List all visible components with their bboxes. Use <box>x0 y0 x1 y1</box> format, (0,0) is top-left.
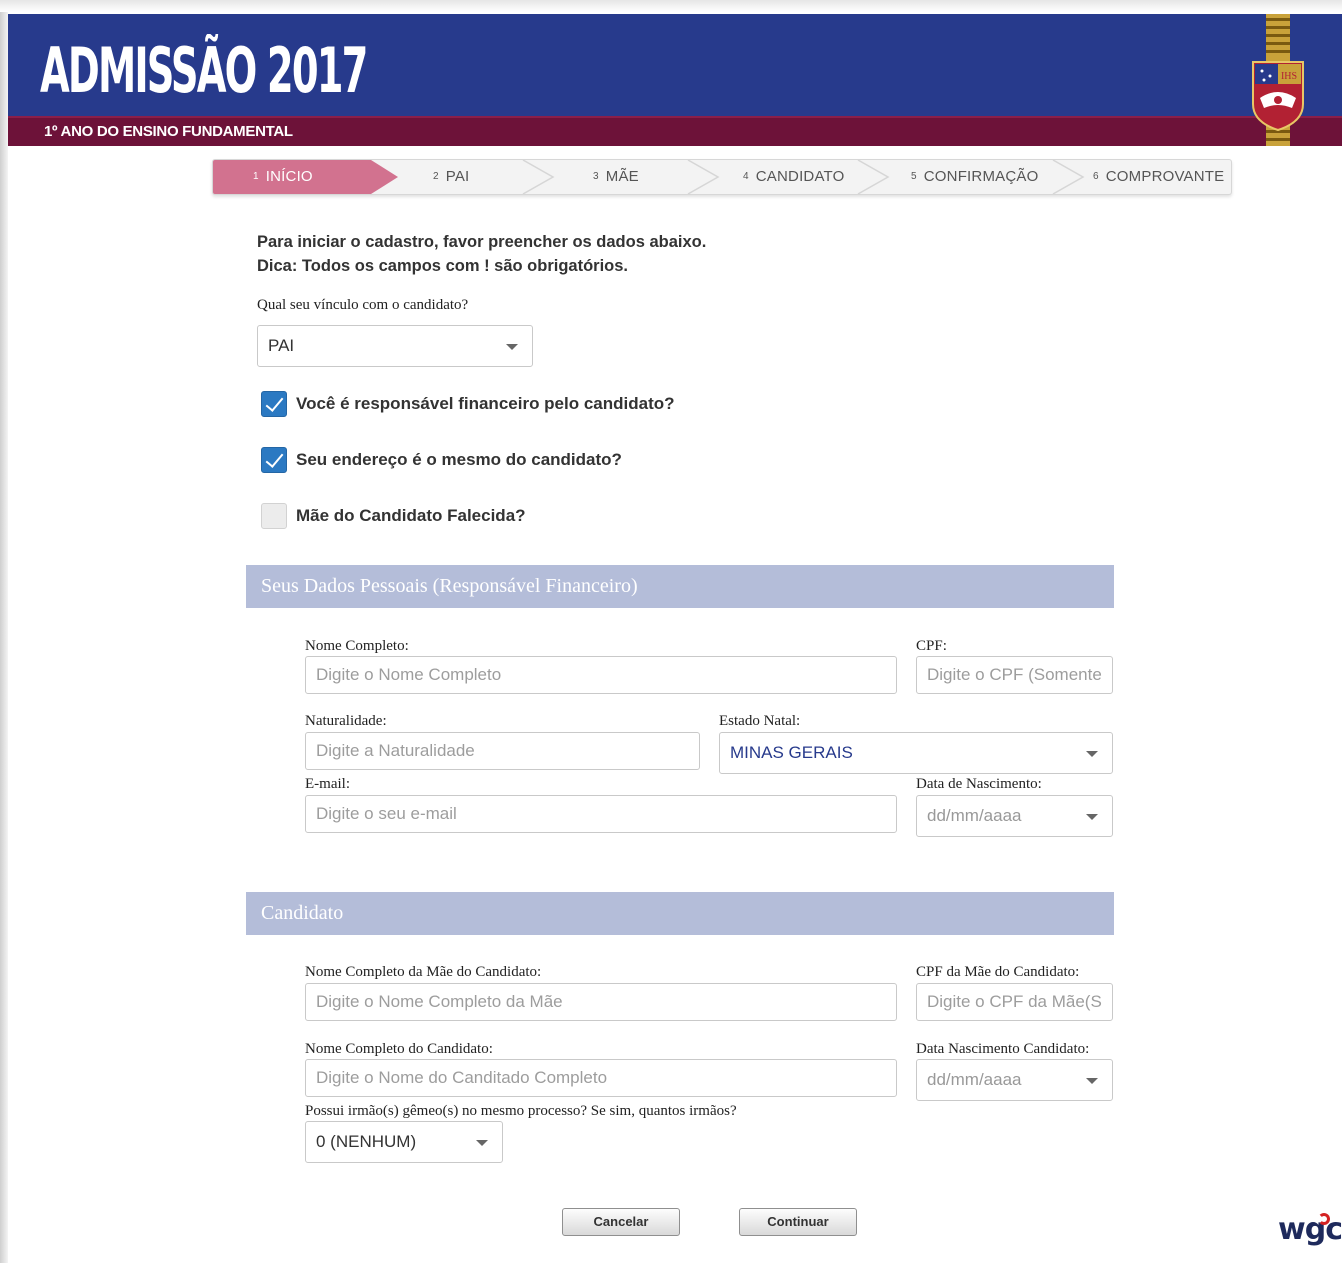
step-number: 4 <box>743 171 749 182</box>
full-name-label: Nome Completo: <box>305 638 409 654</box>
candidate-name-label: Nome Completo do Candidato: <box>305 1041 493 1057</box>
window-left-edge <box>0 0 8 1263</box>
home-state-value: MINAS GERAIS <box>730 743 853 762</box>
full-name-input[interactable] <box>305 656 897 694</box>
mother-name-input[interactable] <box>305 983 897 1021</box>
relationship-label: Qual seu vínculo com o candidato? <box>257 297 469 313</box>
mother-name-label: Nome Completo da Mãe do Candidato: <box>305 964 542 980</box>
email-input[interactable] <box>305 795 897 833</box>
candidate-birth-placeholder: dd/mm/aaaa <box>927 1070 1022 1089</box>
mother-cpf-input[interactable] <box>916 983 1113 1021</box>
page-header: ADMISSÃO 2017 1º ANO DO ENSINO FUNDAMENT… <box>8 14 1342 146</box>
crest-text: IHS <box>1281 71 1297 82</box>
step-confirmacao[interactable]: 5 CONFIRMAÇÃO <box>911 168 1038 185</box>
personal-data-section-header: Seus Dados Pessoais (Responsável Finance… <box>246 565 1114 608</box>
cancel-button[interactable]: Cancelar <box>562 1208 680 1236</box>
chevron-down-icon <box>476 1140 488 1146</box>
same-address-checkbox[interactable] <box>261 447 287 473</box>
birthplace-label: Naturalidade: <box>305 713 387 729</box>
candidate-birth-label: Data Nascimento Candidato: <box>916 1041 1090 1057</box>
step-number: 6 <box>1093 171 1099 182</box>
candidate-section-title: Candidato <box>261 902 344 924</box>
step-inicio[interactable]: 1 INÍCIO <box>253 168 313 185</box>
wgc-logo-mark-icon <box>1318 1213 1330 1225</box>
step-candidato[interactable]: 4 CANDIDATO <box>743 168 845 185</box>
wizard-steps-shapes <box>213 160 1085 194</box>
window-top-edge <box>0 0 1342 12</box>
twins-label: Possui irmão(s) gêmeo(s) no mesmo proces… <box>305 1103 737 1119</box>
step-label: MÃE <box>605 168 639 185</box>
home-state-select[interactable]: MINAS GERAIS <box>719 732 1113 774</box>
intro-line-2: Dica: Todos os campos com ! são obrigató… <box>257 257 629 275</box>
relationship-select[interactable]: PAI <box>257 325 533 367</box>
step-mae[interactable]: 3 MÃE <box>593 168 639 185</box>
mother-deceased-label: Mãe do Candidato Falecida? <box>296 506 526 525</box>
step-label: COMPROVANTE <box>1105 168 1225 185</box>
chevron-down-icon <box>1086 1078 1098 1084</box>
intro-text: Para iniciar o cadastro, favor preencher… <box>257 230 706 278</box>
step-label: PAI <box>445 168 470 185</box>
step-number: 2 <box>433 171 439 182</box>
candidate-birth-picker[interactable]: dd/mm/aaaa <box>916 1059 1113 1101</box>
wgc-logo: wgc <box>1278 1212 1342 1247</box>
candidate-name-input[interactable] <box>305 1059 897 1097</box>
candidate-section-header: Candidato <box>246 892 1114 935</box>
personal-data-section-title: Seus Dados Pessoais (Responsável Finance… <box>261 575 638 597</box>
wizard-steps: 1 INÍCIO 2 PAI 3 MÃE 4 CANDIDATO 5 CONFIRMAÇÃ… <box>212 159 1232 195</box>
step-pai[interactable]: 2 PAI <box>433 168 469 185</box>
mother-deceased-checkbox[interactable] <box>261 503 287 529</box>
relationship-value: PAI <box>268 336 295 355</box>
home-state-label: Estado Natal: <box>719 713 801 729</box>
mother-cpf-label: CPF da Mãe do Candidato: <box>916 964 1080 980</box>
twins-value: 0 (NENHUM) <box>316 1132 417 1151</box>
brand-title: ADMISSÃO 2017 <box>40 34 368 107</box>
step-label: INÍCIO <box>265 168 313 185</box>
step-comprovante[interactable]: 6 COMPROVANTE <box>1093 168 1224 185</box>
email-label: E-mail: <box>305 776 350 792</box>
financial-responsible-checkbox[interactable] <box>261 391 287 417</box>
twins-select[interactable]: 0 (NENHUM) <box>305 1121 503 1163</box>
chevron-down-icon <box>506 344 518 350</box>
school-crest-icon: IHS <box>1252 14 1304 146</box>
cpf-input[interactable] <box>916 656 1113 694</box>
step-label: CONFIRMAÇÃO <box>923 168 1039 185</box>
brand-subtitle: 1º ANO DO ENSINO FUNDAMENTAL <box>44 123 293 140</box>
step-number: 1 <box>253 171 259 182</box>
financial-responsible-label: Você é responsável financeiro pelo candi… <box>296 394 675 413</box>
birth-date-picker[interactable]: dd/mm/aaaa <box>916 795 1113 837</box>
cpf-label: CPF: <box>916 638 947 654</box>
chevron-down-icon <box>1086 814 1098 820</box>
step-label: CANDIDATO <box>755 168 845 185</box>
birth-date-placeholder: dd/mm/aaaa <box>927 806 1022 825</box>
same-address-label: Seu endereço é o mesmo do candidato? <box>296 450 622 469</box>
step-number: 3 <box>593 171 599 182</box>
step-number: 5 <box>911 171 917 182</box>
continue-button[interactable]: Continuar <box>739 1208 857 1236</box>
birthplace-input[interactable] <box>305 732 700 770</box>
intro-line-1: Para iniciar o cadastro, favor preencher… <box>257 233 707 251</box>
chevron-down-icon <box>1086 751 1098 757</box>
birth-date-label: Data de Nascimento: <box>916 776 1042 792</box>
